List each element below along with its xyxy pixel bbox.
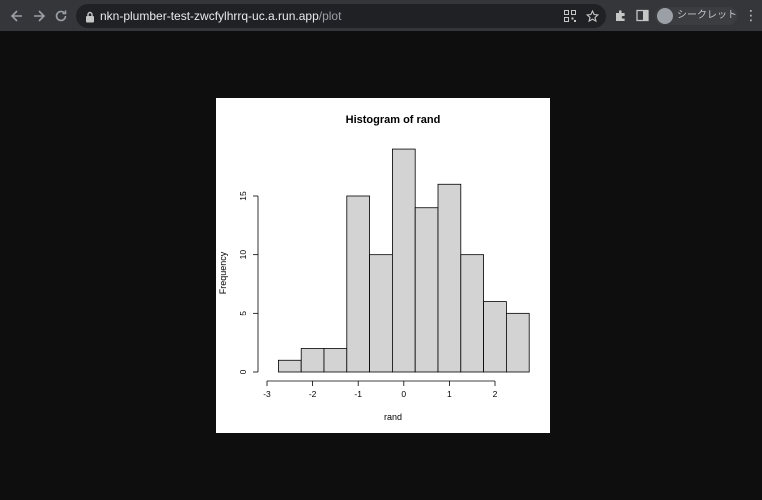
x-axis-label: rand: [384, 412, 402, 422]
forward-arrow-icon[interactable]: [28, 5, 50, 27]
back-arrow-icon[interactable]: [6, 5, 28, 27]
reload-icon[interactable]: [50, 5, 72, 27]
histogram-bar: [278, 359, 302, 373]
address-bar[interactable]: nkn-plumber-test-zwcfylhrrq-uc.a.run.app…: [76, 4, 606, 28]
y-axis-tick-label: 15: [238, 191, 248, 201]
chart-title: Histogram of rand: [346, 114, 441, 126]
histogram-bar: [505, 312, 530, 373]
incognito-icon: [657, 8, 673, 24]
url-text[interactable]: nkn-plumber-test-zwcfylhrrq-uc.a.run.app…: [100, 8, 341, 24]
side-panel-icon[interactable]: [634, 7, 650, 23]
x-axis-tick-label: 0: [401, 389, 406, 399]
url-host: nkn-plumber-test-zwcfylhrrq-uc.a.run.app: [100, 9, 319, 23]
x-axis-tick-label: -3: [263, 389, 271, 399]
histogram-bars: [278, 148, 530, 373]
histogram-bar: [414, 207, 439, 373]
histogram-chart: Histogram of rand rand Frequency -3 -2 -1 0…: [218, 114, 530, 422]
y-axis-label: Frequency: [218, 251, 228, 294]
x-axis-tick-label: 2: [493, 389, 498, 399]
x-axis-tick-label: -2: [309, 389, 317, 399]
histogram-bar: [369, 254, 393, 373]
histogram-bar: [391, 148, 416, 373]
histogram-bar: [483, 301, 507, 373]
histogram-bar: [300, 348, 325, 373]
y-axis-tick-label: 0: [238, 369, 248, 374]
qr-code-icon[interactable]: [562, 8, 578, 24]
histogram-bar: [346, 195, 371, 373]
puzzle-icon[interactable]: [612, 7, 628, 23]
x-axis: -3 -2 -1 0 1 2: [263, 380, 498, 399]
histogram-bar: [460, 254, 485, 373]
x-axis-tick-label: -1: [354, 389, 362, 399]
x-axis-tick-label: 1: [447, 389, 452, 399]
incognito-label: シークレット: [677, 10, 737, 21]
histogram-bar: [437, 183, 462, 373]
y-axis-tick-label: 5: [238, 311, 248, 316]
url-path: /plot: [318, 9, 342, 23]
y-axis-tick-label: 10: [238, 250, 248, 260]
histogram-bar: [323, 348, 348, 373]
star-icon[interactable]: [584, 8, 600, 24]
browser-toolbar: nkn-plumber-test-zwcfylhrrq-uc.a.run.app…: [0, 0, 762, 31]
kebab-menu-icon[interactable]: ⋮: [744, 7, 758, 25]
histogram-plot-image: Histogram of rand rand Frequency -3 -2 -1 0…: [216, 98, 550, 433]
y-axis: 0 5 10 15: [238, 191, 259, 374]
incognito-badge[interactable]: シークレット: [655, 7, 737, 25]
lock-icon[interactable]: [85, 10, 95, 23]
